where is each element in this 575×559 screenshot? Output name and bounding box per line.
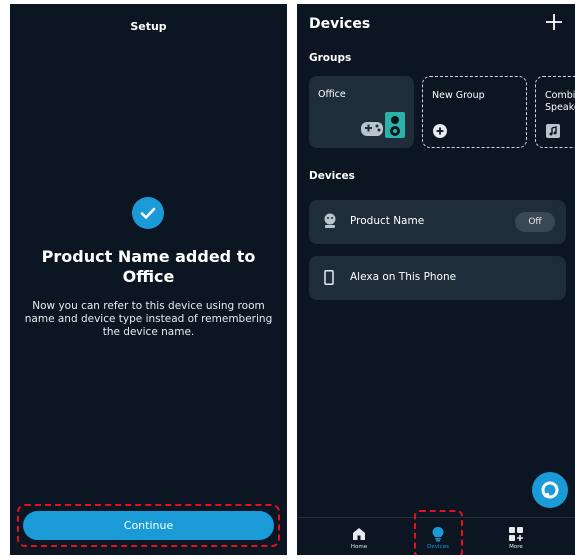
combined-speakers-button[interactable]: Combi Speake (535, 76, 575, 148)
device-row-phone[interactable]: Alexa on This Phone (309, 256, 566, 300)
game-controller-speaker-icon (361, 110, 407, 144)
group-label: New Group (432, 90, 485, 101)
smart-plug-icon (323, 213, 337, 233)
nav-more[interactable]: More (491, 522, 541, 554)
phone-icon (324, 270, 334, 289)
group-card-office[interactable]: Office (309, 76, 414, 148)
nav-label: More (509, 544, 523, 550)
alexa-button[interactable] (532, 472, 568, 508)
power-toggle[interactable]: Off (515, 212, 555, 232)
device-label: Product Name (350, 215, 425, 227)
devices-tab-highlight (414, 510, 463, 555)
new-group-button[interactable]: New Group (422, 76, 527, 148)
continue-button[interactable]: Continue (23, 511, 274, 540)
plus-circle-icon (433, 123, 447, 142)
plus-icon[interactable] (545, 13, 563, 31)
groups-label: Groups (309, 52, 352, 64)
group-label: Combi Speake (545, 90, 575, 113)
page-title: Devices (309, 16, 371, 32)
devices-screen: Devices Groups Office New Group Combi Sp… (297, 4, 575, 555)
speaker-music-icon (546, 123, 560, 142)
added-heading: Product Name added to Office (41, 247, 256, 286)
bottom-nav: Home Devices More (297, 510, 575, 555)
nav-home[interactable]: Home (334, 522, 384, 554)
check-icon (132, 197, 164, 229)
grid-plus-icon (508, 526, 524, 542)
setup-title: Setup (130, 20, 167, 33)
home-icon (351, 526, 367, 542)
device-label: Alexa on This Phone (350, 271, 457, 283)
device-row-product[interactable]: Product Name Off (309, 200, 566, 244)
devices-label: Devices (309, 170, 355, 182)
added-description: Now you can refer to this device using r… (24, 300, 273, 338)
nav-label: Home (350, 544, 368, 550)
setup-screen: Setup Product Name added to Office Now y… (10, 4, 287, 555)
continue-highlight: Continue (17, 504, 280, 547)
group-label: Office (318, 89, 346, 100)
